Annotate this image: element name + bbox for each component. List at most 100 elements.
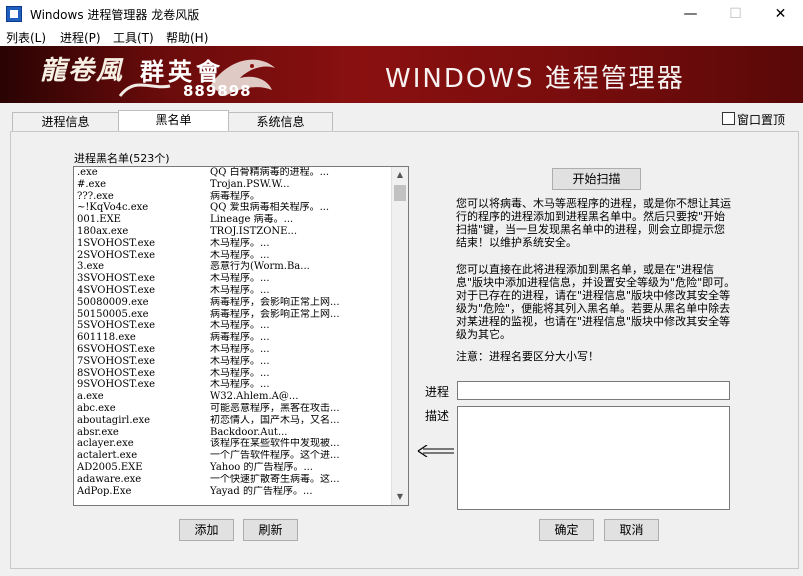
cancel-button[interactable]: 取消 [604, 519, 659, 541]
table-row[interactable]: adaware.exe 一个快速扩散寄生病毒。这... [74, 474, 392, 486]
table-row[interactable]: #.exe Trojan.PSW.W... [74, 179, 392, 191]
menu-help[interactable]: 帮助(H) [166, 29, 208, 46]
always-on-top-checkbox[interactable]: 窗口置顶 [722, 111, 785, 128]
table-row[interactable]: aboutagirl.exe 初恋情人，国产木马，又名... [74, 415, 392, 427]
banner: 龍卷風 群英會 889898 WINDOWS 進程管理器 [0, 46, 803, 103]
title-bar: Windows 进程管理器 龙卷风版 — ☐ ✕ [0, 0, 803, 28]
table-row[interactable]: ~!KqVo4c.exe QQ 爱虫病毒相关程序。... [74, 202, 392, 214]
table-row[interactable]: 1SVOHOST.exe 木马程序。... [74, 238, 392, 250]
process-name-cell: AdPop.Exe [77, 485, 132, 497]
process-desc-cell: 病毒程序，会影响正常上网... [210, 308, 340, 320]
table-row[interactable]: AD2005.EXE Yahoo 的广告程序。... [74, 462, 392, 474]
arrow-left-icon [417, 445, 454, 457]
table-row[interactable]: aclayer.exe 该程序在某些软件中发现被... [74, 438, 392, 450]
menu-tools[interactable]: 工具(T) [113, 29, 154, 46]
description-input[interactable] [457, 406, 730, 510]
process-name-cell: 1SVOHOST.exe [77, 237, 156, 249]
table-row[interactable]: 50080009.exe 病毒程序，会影响正常上网... [74, 297, 392, 309]
process-name-cell: ~!KqVo4c.exe [77, 202, 149, 214]
scroll-up-icon[interactable]: ▲ [392, 167, 408, 183]
add-button[interactable]: 添加 [179, 519, 234, 541]
process-desc-cell: 该程序在某些软件中发现被... [210, 438, 340, 450]
desc-label: 描述 [425, 409, 450, 423]
list-scrollbar[interactable]: ▲ ▼ [391, 167, 408, 505]
tab-blacklist[interactable]: 黑名单 [118, 110, 229, 132]
process-name-cell: 601118.exe [77, 332, 136, 344]
always-on-top-label: 窗口置顶 [737, 113, 786, 127]
process-name-cell: ???.exe [77, 190, 114, 202]
process-name-cell: 4SVOHOST.exe [77, 284, 156, 296]
maximize-button[interactable]: ☐ [713, 0, 758, 28]
blacklist-listbox[interactable]: .exe QQ 白骨精病毒的进程。... #.exe Trojan.PSW.W...?… [73, 166, 409, 506]
app-icon [6, 6, 22, 22]
process-name-cell: 001.EXE [77, 214, 121, 226]
process-desc-cell: 病毒程序。 [210, 190, 260, 202]
process-desc-cell: 木马程序。... [210, 237, 270, 249]
table-row[interactable]: 601118.exe 病毒程序。... [74, 332, 392, 344]
checkbox-icon [722, 112, 735, 125]
process-desc-cell: 木马程序。... [210, 367, 270, 379]
process-desc-cell: Yahoo 的广告程序。... [210, 461, 313, 473]
scroll-down-icon[interactable]: ▼ [392, 489, 408, 505]
table-row[interactable]: 9SVOHOST.exe 木马程序。... [74, 379, 392, 391]
table-row[interactable]: AdPop.Exe Yayad 的广告程序。... [74, 486, 392, 498]
table-row[interactable]: 2SVOHOST.exe 木马程序。... [74, 250, 392, 262]
process-name-cell: 5SVOHOST.exe [77, 320, 156, 332]
table-row[interactable]: 001.EXE Lineage 病毒。... [74, 214, 392, 226]
process-desc-cell: Lineage 病毒。... [210, 214, 294, 226]
table-row[interactable]: 6SVOHOST.exe 木马程序。... [74, 344, 392, 356]
table-row[interactable]: 8SVOHOST.exe 木马程序。... [74, 368, 392, 380]
table-row[interactable]: absr.exe Backdoor.Aut... [74, 427, 392, 439]
banner-number: 889898 [183, 82, 252, 100]
process-name-cell: aclayer.exe [77, 438, 134, 450]
table-row[interactable]: 7SVOHOST.exe 木马程序。... [74, 356, 392, 368]
process-name-cell: 2SVOHOST.exe [77, 249, 156, 261]
tab-process-info[interactable]: 进程信息 [12, 112, 119, 131]
info-paragraph-2: 您可以直接在此将进程添加到黑名单，或是在"进程信息"版块中添加进程信息，并设置安… [456, 263, 736, 341]
process-name-cell: adaware.exe [77, 473, 142, 485]
table-row[interactable]: actalert.exe 一个广告软件程序。这个进... [74, 450, 392, 462]
menu-bar: 列表(L) 进程(P) 工具(T) 帮助(H) [0, 28, 803, 47]
table-row[interactable]: 50150005.exe 病毒程序，会影响正常上网... [74, 309, 392, 321]
process-name-cell: 3SVOHOST.exe [77, 273, 156, 285]
scroll-thumb[interactable] [394, 185, 406, 201]
table-row[interactable]: abc.exe 可能恶意程序，黑客在攻击... [74, 403, 392, 415]
process-desc-cell: 木马程序。... [210, 355, 270, 367]
process-name-cell: 3.exe [77, 261, 105, 273]
process-desc-cell: QQ 白骨精病毒的进程。... [210, 167, 330, 178]
process-name-cell: 50150005.exe [77, 308, 149, 320]
process-desc-cell: 恶意行为(Worm.Ba... [210, 261, 310, 273]
menu-process[interactable]: 进程(P) [60, 29, 101, 46]
process-desc-cell: 木马程序。... [210, 273, 270, 285]
process-desc-cell: W32.Ahlem.A@... [210, 391, 299, 403]
process-name-cell: 8SVOHOST.exe [77, 367, 156, 379]
table-row[interactable]: .exe QQ 白骨精病毒的进程。... [74, 167, 392, 179]
start-scan-button[interactable]: 开始扫描 [552, 168, 641, 190]
process-desc-cell: 病毒程序，会影响正常上网... [210, 296, 340, 308]
process-name-cell: .exe [77, 167, 98, 178]
process-input[interactable] [457, 381, 730, 400]
blacklist-rows: .exe QQ 白骨精病毒的进程。... #.exe Trojan.PSW.W...?… [74, 167, 392, 497]
process-name-cell: #.exe [77, 178, 107, 190]
table-row[interactable]: 5SVOHOST.exe 木马程序。... [74, 320, 392, 332]
table-row[interactable]: 180ax.exe TROJ.ISTZONE... [74, 226, 392, 238]
table-row[interactable]: 4SVOHOST.exe 木马程序。... [74, 285, 392, 297]
close-button[interactable]: ✕ [758, 0, 803, 28]
process-name-cell: abc.exe [77, 402, 116, 414]
menu-list[interactable]: 列表(L) [6, 29, 46, 46]
table-row[interactable]: ???.exe 病毒程序。 [74, 191, 392, 203]
process-desc-cell: 木马程序。... [210, 379, 270, 391]
ok-button[interactable]: 确定 [539, 519, 594, 541]
table-row[interactable]: a.exe W32.Ahlem.A@... [74, 391, 392, 403]
process-desc-cell: Yayad 的广告程序。... [210, 485, 313, 497]
process-name-cell: aboutagirl.exe [77, 414, 151, 426]
process-desc-cell: 木马程序。... [210, 284, 270, 296]
process-desc-cell: 可能恶意程序，黑客在攻击... [210, 402, 340, 414]
tab-system-info[interactable]: 系统信息 [228, 112, 333, 131]
process-name-cell: 9SVOHOST.exe [77, 379, 156, 391]
table-row[interactable]: 3.exe 恶意行为(Worm.Ba... [74, 261, 392, 273]
minimize-button[interactable]: — [668, 0, 713, 28]
case-sensitive-note: 注意：进程名要区分大小写！ [456, 350, 599, 363]
table-row[interactable]: 3SVOHOST.exe 木马程序。... [74, 273, 392, 285]
refresh-button[interactable]: 刷新 [243, 519, 298, 541]
